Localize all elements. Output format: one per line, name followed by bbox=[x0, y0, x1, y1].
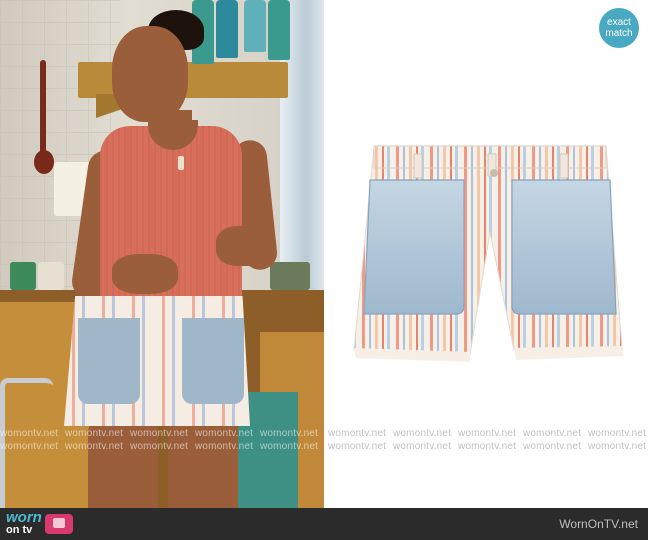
badge-line-2: match bbox=[605, 28, 633, 39]
denim-pocket bbox=[78, 318, 140, 404]
site-name: WornOnTV.net bbox=[559, 517, 638, 531]
tv-icon bbox=[44, 514, 73, 534]
belt-loop bbox=[413, 153, 423, 179]
pot bbox=[10, 262, 36, 290]
denim-pocket-left bbox=[363, 179, 465, 315]
teal-bottle bbox=[244, 0, 266, 52]
right-hand bbox=[216, 226, 268, 266]
watermark-row: womontv.net womontv.net womontv.net womontv… bbox=[0, 441, 647, 452]
head bbox=[112, 26, 188, 122]
teal-bottle bbox=[268, 0, 290, 60]
badge-line-1: exact bbox=[607, 17, 631, 28]
necklace-pendant bbox=[178, 156, 184, 170]
teal-bottle bbox=[216, 0, 238, 58]
denim-pocket bbox=[182, 318, 244, 404]
watermark-row: womontv.net womontv.net womontv.net womontv… bbox=[0, 428, 647, 439]
denim-pocket-right bbox=[511, 179, 617, 315]
exact-match-badge[interactable]: exact match bbox=[599, 8, 639, 48]
frayed-hem bbox=[514, 346, 624, 360]
belt-loop bbox=[559, 153, 569, 179]
hanging-ladle bbox=[40, 60, 46, 160]
site-logo[interactable]: worn on tv bbox=[6, 509, 73, 536]
button-icon bbox=[490, 169, 498, 177]
pot bbox=[38, 262, 64, 290]
ladle-head bbox=[34, 150, 54, 174]
footer-bar bbox=[0, 508, 648, 540]
pot bbox=[270, 262, 310, 290]
left-hand bbox=[112, 254, 178, 294]
logo-wordmark: worn on tv bbox=[6, 509, 42, 536]
